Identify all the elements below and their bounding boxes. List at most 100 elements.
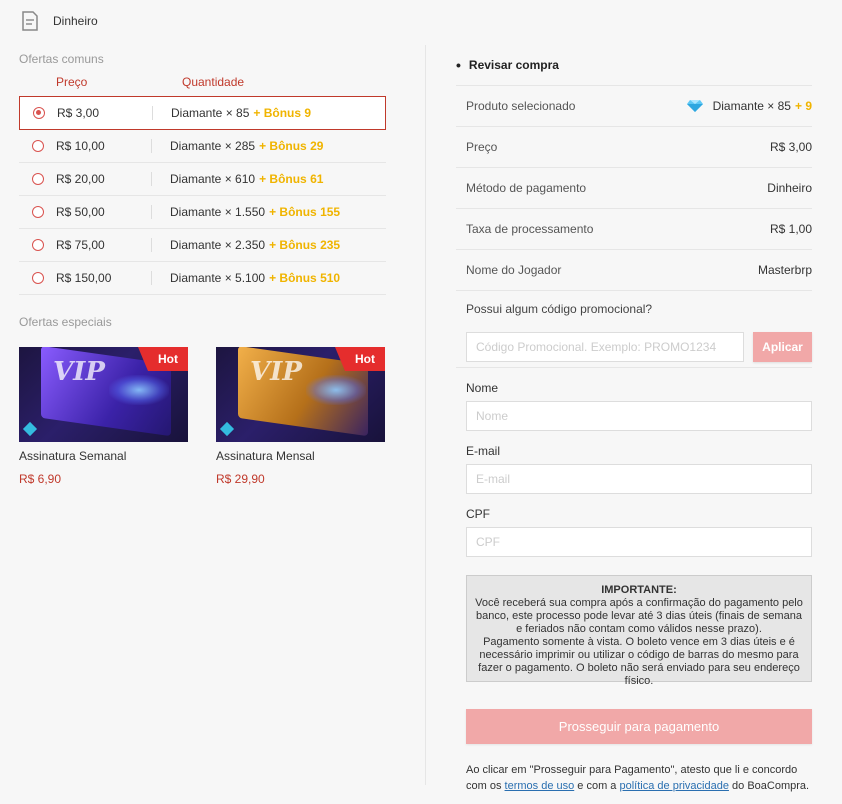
offer-row[interactable]: R$ 150,00 Diamante × 5.100 + Bônus 510: [19, 262, 386, 295]
price-column-header: Preço: [56, 75, 88, 89]
summary-label: Preço: [466, 140, 498, 154]
name-label: Nome: [466, 381, 499, 395]
header: Dinheiro: [0, 0, 842, 42]
offer-radio[interactable]: [32, 140, 44, 152]
terms-text: Ao clicar em "Prosseguir para Pagamento"…: [466, 762, 816, 794]
sparkle-icon: [22, 421, 38, 437]
offer-name: Assinatura Semanal: [19, 449, 127, 463]
important-notice: IMPORTANTE: Você receberá sua compra apó…: [466, 575, 812, 687]
hot-badge: Hot: [138, 347, 188, 371]
privacy-policy-link[interactable]: política de privacidade: [620, 780, 729, 792]
notice-text: Pagamento somente à vista. O boleto venc…: [478, 636, 800, 687]
name-input[interactable]: [466, 401, 812, 431]
column-divider: [152, 106, 153, 120]
offer-row[interactable]: R$ 50,00 Diamante × 1.550 + Bônus 155: [19, 196, 386, 229]
notice-text: Você receberá sua compra após a confirma…: [475, 597, 803, 635]
page-title: Dinheiro: [53, 14, 98, 28]
column-divider: [151, 172, 152, 186]
bullet-icon: •: [456, 57, 461, 73]
offer-quantity: Diamante × 285: [170, 139, 256, 153]
email-input[interactable]: [466, 464, 812, 494]
offer-bonus: + Bônus 155: [269, 205, 341, 219]
special-offers: VIP Hot Assinatura Semanal R$ 6,90 VIP H…: [19, 347, 386, 486]
offer-list: R$ 3,00 Diamante × 85 + Bônus 9 R$ 10,00…: [19, 96, 386, 295]
offer-radio[interactable]: [32, 173, 44, 185]
offer-row[interactable]: R$ 3,00 Diamante × 85 + Bônus 9: [19, 96, 386, 130]
summary-label: Produto selecionado: [466, 99, 576, 113]
offer-price: R$ 6,90: [19, 472, 62, 486]
offer-radio[interactable]: [32, 272, 44, 284]
vip-logo: VIP: [53, 357, 105, 387]
special-offers-label: Ofertas especiais: [19, 315, 112, 329]
offer-quantity: Diamante × 610: [170, 172, 256, 186]
offer-row[interactable]: R$ 20,00 Diamante × 610 + Bônus 61: [19, 163, 386, 196]
promo-form: Aplicar: [456, 326, 812, 368]
offer-price: R$ 3,00: [57, 106, 100, 120]
summary-row-product: Produto selecionado Diamante × 85 + 9: [456, 85, 812, 126]
offer-image[interactable]: VIP Hot: [216, 347, 385, 442]
apply-promo-button[interactable]: Aplicar: [753, 331, 812, 362]
promo-code-input[interactable]: [466, 331, 744, 362]
special-offer-card[interactable]: VIP Hot Assinatura Mensal R$ 29,90: [216, 347, 385, 486]
column-divider: [151, 139, 152, 153]
promo-question: Possui algum código promocional?: [456, 290, 812, 326]
review-title-text: Revisar compra: [468, 58, 559, 72]
review-title: • Revisar compra: [456, 45, 812, 85]
offer-image[interactable]: VIP Hot: [19, 347, 188, 442]
summary-label: Taxa de processamento: [466, 222, 594, 236]
offer-price: R$ 20,00: [56, 172, 105, 186]
offers-panel: Ofertas comuns Preço Quantidade R$ 3,00 …: [19, 50, 386, 486]
offer-bonus: + Bônus 235: [269, 238, 341, 252]
proceed-payment-button[interactable]: Prosseguir para pagamento: [466, 709, 812, 744]
product-bonus: + 9: [794, 99, 812, 113]
product-value: Diamante × 85: [712, 99, 791, 113]
review-panel: • Revisar compra Produto selecionado Dia…: [456, 45, 812, 794]
notice-title: IMPORTANTE:: [601, 584, 677, 596]
buyer-form: Nome E-mail CPF: [456, 381, 812, 557]
column-divider: [151, 205, 152, 219]
sparkle-icon: [219, 421, 235, 437]
summary-label: Nome do Jogador: [466, 263, 562, 277]
terms-mid: e com a: [577, 780, 617, 792]
glow-decoration: [109, 375, 169, 405]
offers-column-headers: Preço Quantidade: [19, 68, 386, 96]
column-divider: [151, 238, 152, 252]
offer-radio[interactable]: [33, 107, 45, 119]
summary-value: Diamante × 85 + 9: [686, 99, 812, 113]
offer-price: R$ 75,00: [56, 238, 105, 252]
quantity-column-header: Quantidade: [182, 75, 245, 89]
offer-bonus: + Bônus 61: [259, 172, 324, 186]
offer-price: R$ 10,00: [56, 139, 105, 153]
offer-name: Assinatura Mensal: [216, 449, 315, 463]
terms-post: do BoaCompra.: [732, 780, 810, 792]
offer-row[interactable]: R$ 10,00 Diamante × 285 + Bônus 29: [19, 130, 386, 163]
offer-radio[interactable]: [32, 239, 44, 251]
cpf-label: CPF: [466, 507, 490, 521]
offer-bonus: + Bônus 9: [253, 106, 312, 120]
offer-quantity: Diamante × 2.350: [170, 238, 266, 252]
offer-bonus: + Bônus 510: [269, 271, 341, 285]
cpf-input[interactable]: [466, 527, 812, 557]
vip-logo: VIP: [250, 357, 302, 387]
offer-quantity: Diamante × 5.100: [170, 271, 266, 285]
offer-quantity: Diamante × 85: [171, 106, 250, 120]
summary-value: Dinheiro: [767, 181, 812, 195]
offer-row[interactable]: R$ 75,00 Diamante × 2.350 + Bônus 235: [19, 229, 386, 262]
diamond-icon: [686, 100, 703, 112]
email-label: E-mail: [466, 444, 501, 458]
offer-bonus: + Bônus 29: [259, 139, 324, 153]
special-offer-card[interactable]: VIP Hot Assinatura Semanal R$ 6,90: [19, 347, 188, 486]
summary-label: Método de pagamento: [466, 181, 587, 195]
summary-row-player: Nome do Jogador Masterbrp: [456, 249, 812, 290]
offer-quantity: Diamante × 1.550: [170, 205, 266, 219]
offer-radio[interactable]: [32, 206, 44, 218]
summary-value: R$ 3,00: [769, 140, 812, 154]
hot-badge: Hot: [335, 347, 385, 371]
summary-value: R$ 1,00: [769, 222, 812, 236]
offer-price: R$ 29,90: [216, 472, 265, 486]
terms-of-use-link[interactable]: termos de uso: [505, 780, 575, 792]
column-divider: [151, 271, 152, 285]
offer-price: R$ 150,00: [56, 271, 112, 285]
summary-row-method: Método de pagamento Dinheiro: [456, 167, 812, 208]
glow-decoration: [306, 375, 366, 405]
